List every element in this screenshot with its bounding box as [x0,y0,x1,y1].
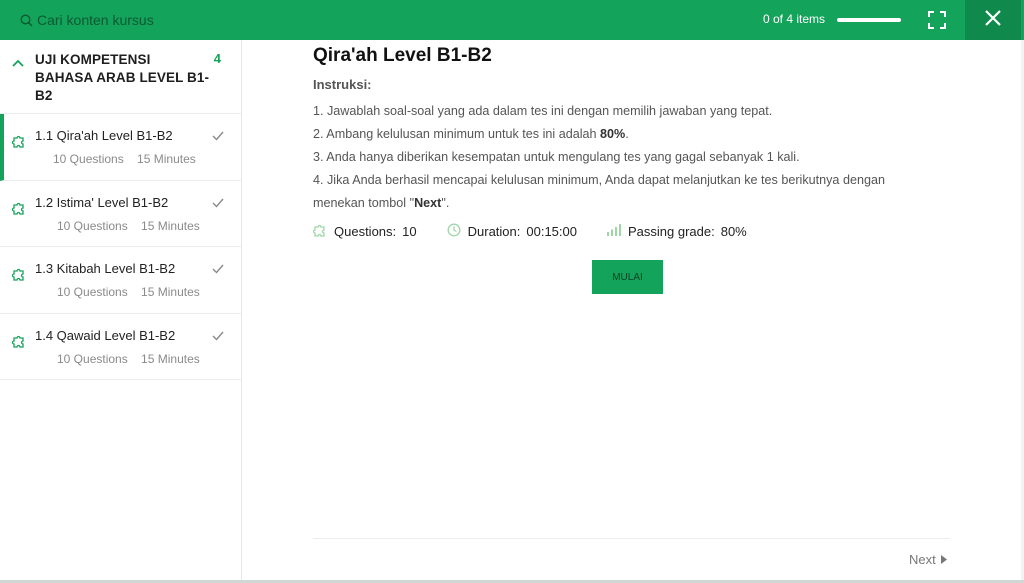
passing-grade-label: Passing grade: [627,224,715,239]
next-label: Next [909,552,936,567]
questions-label: Questions: [334,224,397,239]
section-title: UJI KOMPETENSI BAHASA ARAB LEVEL B1-B2 [35,52,210,103]
signal-bars-icon [606,224,628,239]
instruction-2: 2. Ambang kelulusan minimum untuk tes in… [313,127,629,141]
fullscreen-icon[interactable] [928,11,946,29]
check-icon [212,261,224,279]
progress-bar [837,18,901,22]
progress-fill [837,18,901,22]
puzzle-icon [11,134,26,148]
chevron-up-icon[interactable] [12,54,24,72]
lesson-item-istima[interactable]: 1.2 Istima' Level B1-B2 10 Questions 15 … [0,181,241,247]
puzzle-icon [11,201,26,215]
lesson-meta: 10 Questions 15 Minutes [53,152,196,166]
close-button[interactable] [965,0,1021,40]
lesson-item-qawaid[interactable]: 1.4 Qawaid Level B1-B2 10 Questions 15 M… [0,314,241,380]
puzzle-icon [11,334,26,348]
questions-value: 10 [402,224,417,239]
course-search[interactable]: Cari konten kursus [20,10,154,30]
quiz-stats: Questions: 10 Duration: 00:15:00 Passing… [312,223,777,240]
caret-right-icon [940,552,947,567]
check-icon [212,328,224,346]
clock-icon [447,223,468,240]
page-title: Qira'ah Level B1-B2 [313,45,492,66]
lesson-title: 1.3 Kitabah Level B1-B2 [35,261,176,276]
lesson-meta: 10 Questions 15 Minutes [57,218,200,233]
lesson-title: 1.4 Qawaid Level B1-B2 [35,327,176,343]
search-icon [20,13,33,27]
instruction-4: 4. Jika Anda berhasil mencapai kelulusan… [313,173,885,210]
stat-questions: Questions: 10 [312,223,417,240]
duration-value: 00:15:00 [526,224,577,239]
section-header[interactable]: UJI KOMPETENSI BAHASA ARAB LEVEL B1-B2 4 [0,40,241,114]
instruction-1: 1. Jawablah soal-soal yang ada dalam tes… [313,104,773,118]
section-item-count: 4 [213,51,221,66]
puzzle-icon [312,223,334,240]
search-placeholder: Cari konten kursus [37,12,154,28]
lesson-meta: 10 Questions 15 Minutes [57,351,200,366]
progress-count: 0 of 4 items [763,12,826,26]
footer-divider [313,538,950,539]
next-button[interactable]: Next [909,552,947,567]
top-bar: Cari konten kursus 0 of 4 items [0,0,1024,40]
stat-duration: Duration: 00:15:00 [447,223,577,240]
lesson-item-kitabah[interactable]: 1.3 Kitabah Level B1-B2 10 Questions 15 … [0,247,241,314]
lesson-meta: 10 Questions 15 Minutes [57,285,200,299]
check-icon [212,195,224,213]
check-icon [212,128,224,146]
lesson-content: Qira'ah Level B1-B2 Instruksi: 1. Jawabl… [312,40,953,583]
instruction-3: 3. Anda hanya diberikan kesempatan untuk… [313,150,800,164]
puzzle-icon [11,267,26,281]
lesson-title: 1.2 Istima' Level B1-B2 [35,194,169,210]
curriculum-sidebar: UJI KOMPETENSI BAHASA ARAB LEVEL B1-B2 4… [0,40,242,580]
lesson-title: 1.1 Qira'ah Level B1-B2 [35,128,173,143]
start-quiz-button[interactable]: MULAI [592,260,663,294]
passing-grade-value: 80% [720,224,747,239]
duration-label: Duration: [467,224,521,239]
instructions-label: Instruksi: [313,77,372,92]
instructions-list: 1. Jawablah soal-soal yang ada dalam tes… [313,100,913,215]
close-icon [985,9,1001,31]
lesson-item-qiraah[interactable]: 1.1 Qira'ah Level B1-B2 10 Questions 15 … [0,114,241,181]
stat-passing-grade: Passing grade: 80% [606,224,747,239]
